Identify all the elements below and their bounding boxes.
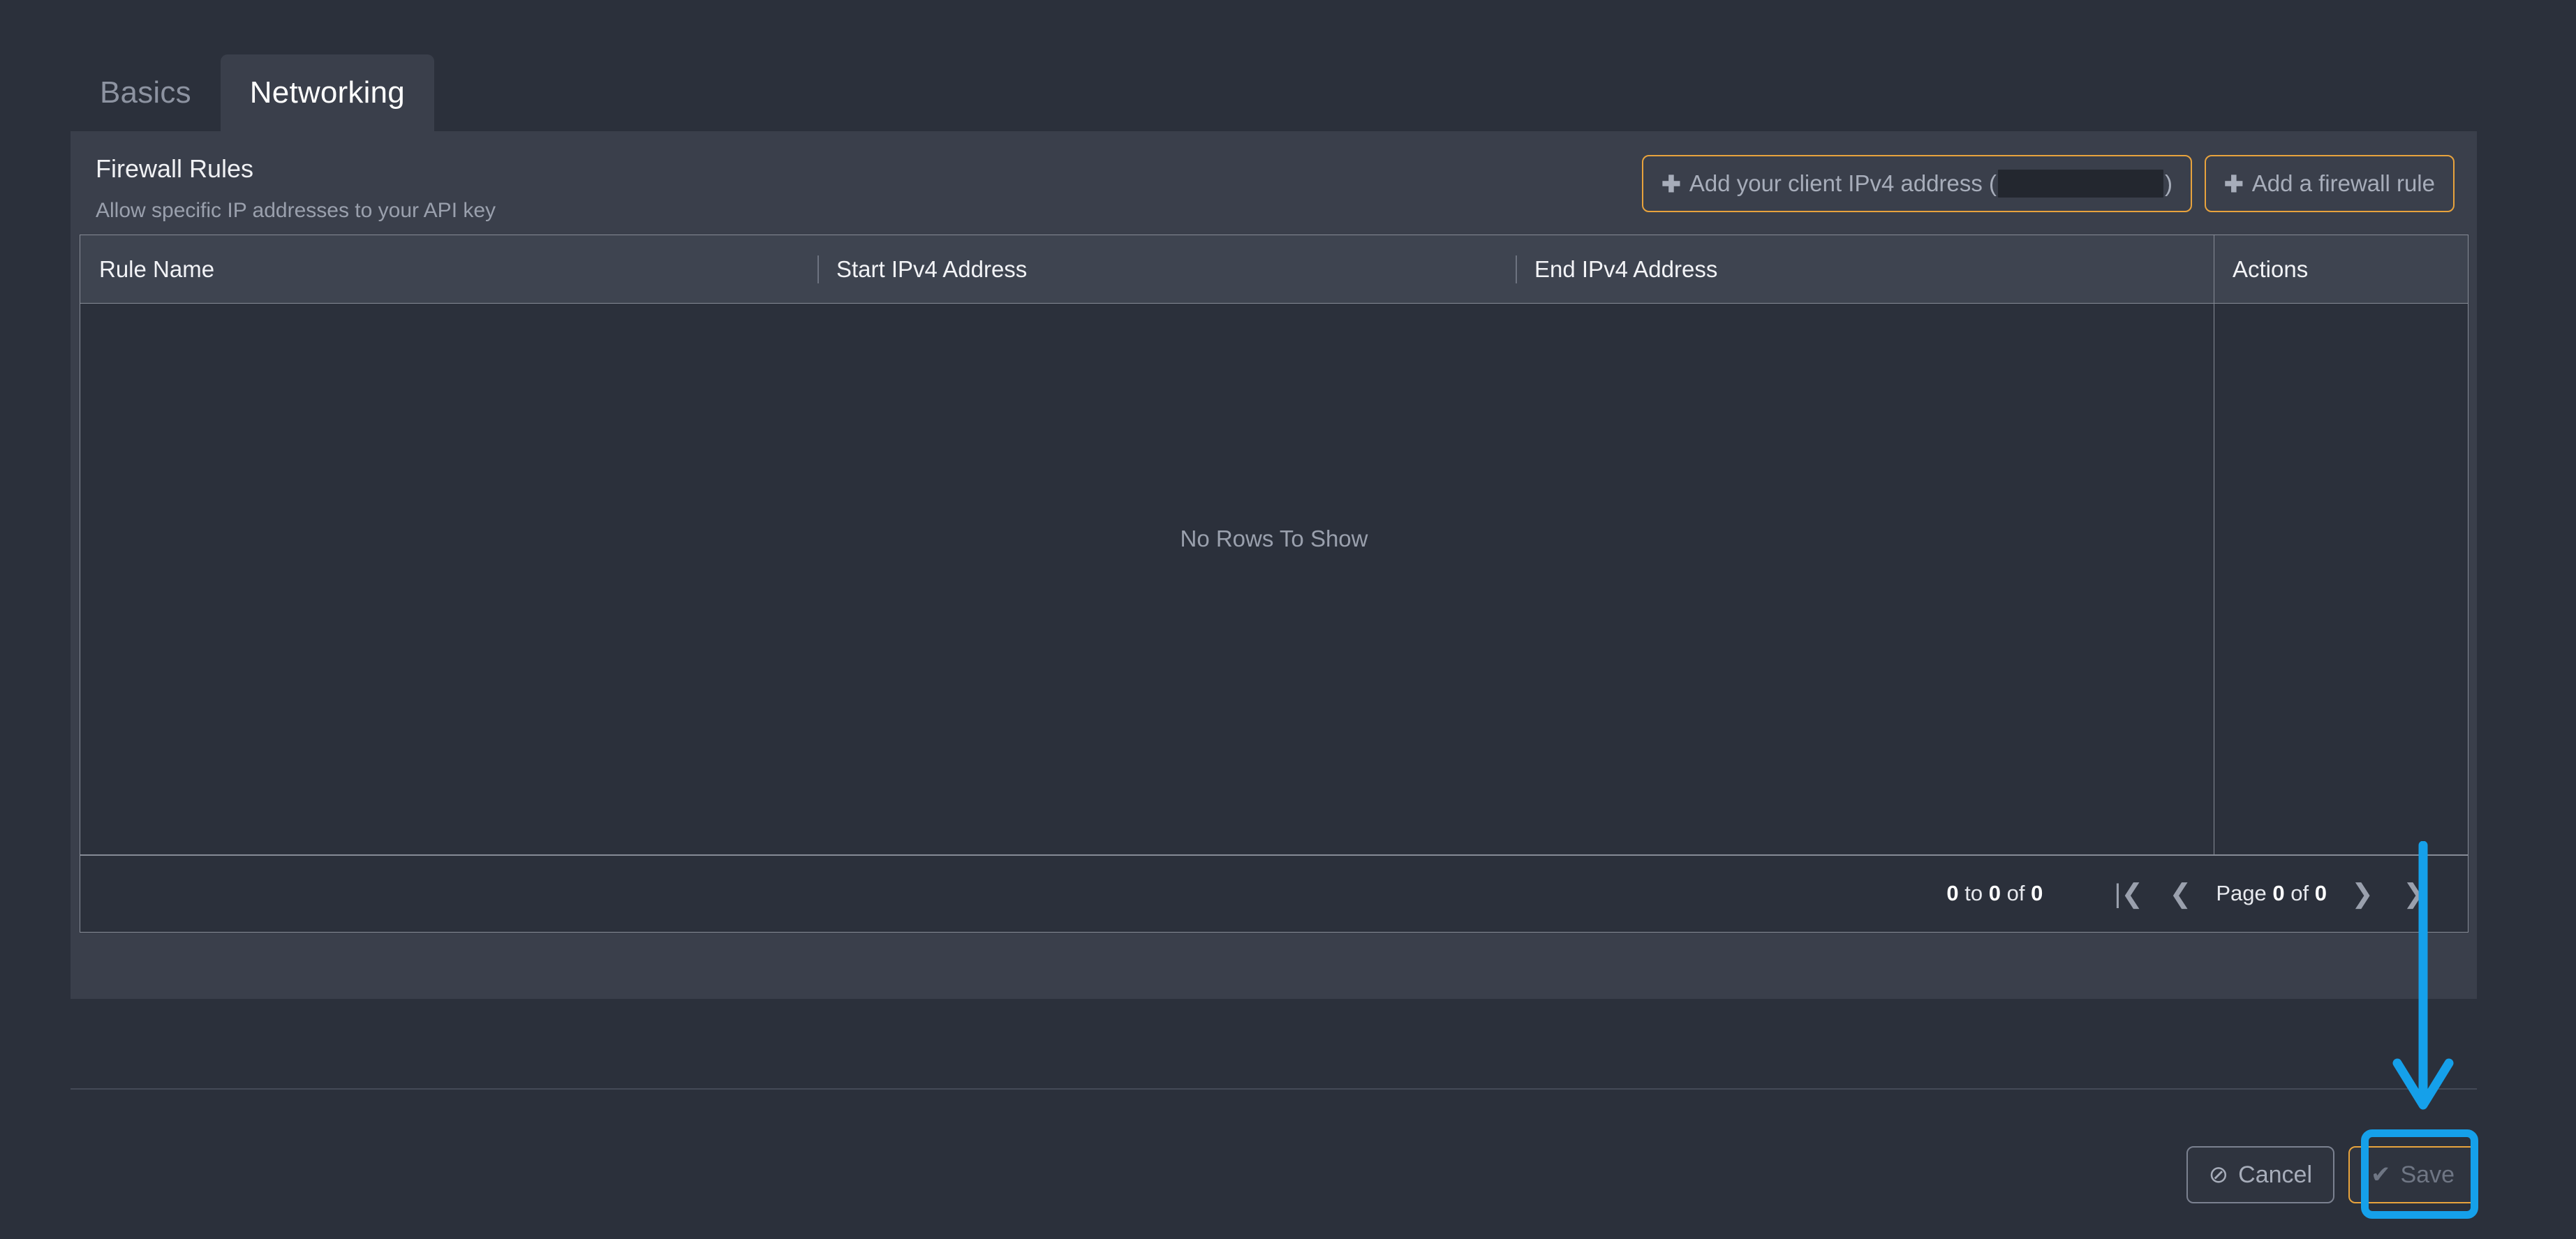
page-current: 0 — [2272, 881, 2285, 905]
page-title: Firewall Rules — [96, 154, 254, 183]
range-total: 0 — [2031, 881, 2043, 905]
grid-body: No Rows To Show — [80, 304, 2468, 854]
tab-bar: Basics Networking — [71, 54, 434, 131]
last-page-icon: ❯ — [2403, 879, 2425, 909]
first-page-icon: |❮ — [2114, 879, 2144, 909]
cancel-button[interactable]: ⊘ Cancel — [2186, 1146, 2334, 1203]
column-header-label: End IPv4 Address — [1534, 256, 1718, 282]
add-client-ipv4-button[interactable]: ✚ Add your client IPv4 address ( ) — [1642, 155, 2193, 212]
chevron-right-icon: ❯ — [2351, 879, 2374, 909]
firewall-rules-panel: Firewall Rules Allow specific IP address… — [71, 131, 2477, 999]
no-rows-message: No Rows To Show — [1180, 526, 1368, 551]
add-firewall-rule-button[interactable]: ✚ Add a firewall rule — [2205, 155, 2455, 212]
chevron-left-icon: ❮ — [2169, 879, 2192, 909]
tab-networking[interactable]: Networking — [220, 54, 434, 131]
add-client-ipv4-label: Add your client IPv4 address ( — [1689, 170, 1997, 196]
page-of-word: of — [2290, 881, 2309, 905]
cancel-icon: ⊘ — [2208, 1162, 2229, 1188]
pagination-first-page-button[interactable]: |❮ — [2103, 868, 2154, 919]
tab-basics-label: Basics — [100, 75, 191, 110]
pagination-last-page-button[interactable]: ❯ — [2388, 868, 2440, 919]
column-header-start-ipv4[interactable]: Start IPv4 Address — [817, 235, 1516, 304]
range-end: 0 — [1988, 881, 2001, 905]
column-header-rule-name[interactable]: Rule Name — [80, 235, 817, 304]
column-header-actions[interactable]: Actions — [2214, 235, 2469, 304]
panel-header-actions: ✚ Add your client IPv4 address ( ) ✚ Add… — [1642, 155, 2455, 212]
redacted-ip-value — [1998, 170, 2164, 198]
column-header-label: Actions — [2233, 256, 2309, 282]
grid-header-row: Rule Name Start IPv4 Address End IPv4 Ad… — [80, 235, 2468, 304]
column-header-label: Start IPv4 Address — [836, 256, 1028, 282]
panel-header: Firewall Rules Allow specific IP address… — [71, 131, 2477, 235]
save-button-label: Save — [2400, 1161, 2455, 1188]
pagination-previous-page-button[interactable]: ❮ — [2154, 868, 2206, 919]
column-header-end-ipv4[interactable]: End IPv4 Address — [1516, 235, 2214, 304]
page-word: Page — [2216, 881, 2267, 905]
pagination-next-page-button[interactable]: ❯ — [2337, 868, 2388, 919]
cancel-button-label: Cancel — [2238, 1161, 2312, 1188]
tab-basics[interactable]: Basics — [71, 54, 221, 131]
plus-icon: ✚ — [2224, 170, 2244, 197]
range-to-word: to — [1964, 881, 1983, 905]
panel-subtitle: Allow specific IP addresses to your API … — [96, 199, 496, 222]
plus-icon: ✚ — [1661, 170, 1681, 197]
grid-pagination-bar: 0 to 0 of 0 |❮ ❮ Page 0 of 0 ❯ ❯ — [80, 854, 2468, 931]
panel-footer-strip — [71, 933, 2477, 999]
tab-networking-label: Networking — [249, 75, 405, 110]
pagination-row-range: 0 to 0 of 0 — [1946, 881, 2043, 906]
app-root: Basics Networking Firewall Rules Allow s… — [0, 0, 2576, 1239]
footer-divider — [71, 1088, 2477, 1090]
check-icon: ✔ — [2371, 1162, 2391, 1188]
dialog-footer-actions: ⊘ Cancel ✔ Save — [2186, 1146, 2477, 1203]
save-button[interactable]: ✔ Save — [2348, 1146, 2477, 1203]
add-firewall-rule-label: Add a firewall rule — [2251, 170, 2435, 196]
range-start: 0 — [1946, 881, 1959, 905]
page-total: 0 — [2314, 881, 2327, 905]
pagination-page-indicator: Page 0 of 0 — [2206, 881, 2337, 906]
firewall-rules-grid: Rule Name Start IPv4 Address End IPv4 Ad… — [80, 235, 2468, 933]
column-header-label: Rule Name — [99, 256, 215, 282]
range-of-word: of — [2006, 881, 2025, 905]
add-client-ipv4-close-paren: ) — [2165, 170, 2173, 196]
